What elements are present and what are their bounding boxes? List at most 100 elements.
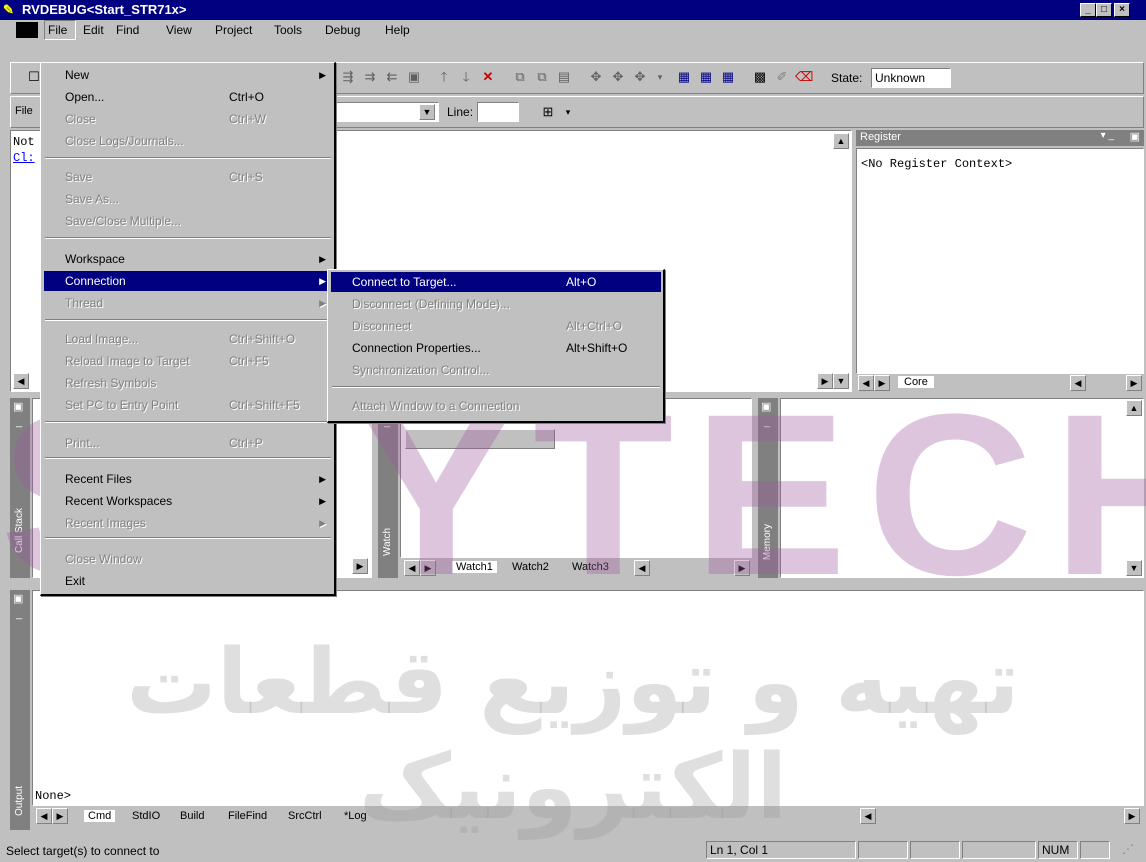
register-tab-core[interactable]: Core — [898, 376, 934, 388]
callstack-restore-icon[interactable]: ▣ — [13, 400, 23, 413]
output-tab-left-icon[interactable]: ◀ — [36, 808, 52, 824]
menu-separator — [45, 157, 331, 159]
file-menu-item-recent-files[interactable]: Recent Files ▶ — [44, 469, 332, 489]
memory-restore-icon[interactable]: ▣ — [761, 400, 771, 413]
properties-icon[interactable]: ▤ — [555, 68, 573, 86]
watch-tab-2[interactable]: Watch2 — [512, 561, 549, 573]
watch-tab-right-icon[interactable]: ▶ — [420, 560, 436, 576]
connection-menu-shortcut: Alt+O — [566, 275, 597, 289]
output-minimize-icon[interactable]: _ — [16, 608, 22, 620]
output-hscroll-left-icon[interactable]: ◀ — [860, 808, 876, 824]
layout1-icon[interactable]: ▦ — [675, 68, 693, 86]
pencil-icon[interactable]: ✐ — [773, 68, 791, 86]
register-content[interactable]: <No Register Context> — [856, 148, 1144, 374]
dropdown-icon[interactable]: ▾ — [651, 68, 669, 86]
output-tab-srcctrl[interactable]: SrcCtrl — [288, 810, 322, 822]
register-tab-left-icon[interactable]: ◀ — [858, 375, 874, 391]
maximize-button[interactable]: □ — [1096, 3, 1112, 17]
output-pane: ▣ _ Output None> ◀ ▶ Cmd StdIO Build Fil… — [10, 590, 1144, 830]
watch-tab-3[interactable]: Watch3 — [572, 561, 609, 573]
menu-separator — [45, 237, 331, 239]
output-content[interactable]: None> — [32, 590, 1144, 806]
step-over-icon[interactable]: ⇉ — [361, 68, 379, 86]
menu-debug[interactable]: Debug — [325, 23, 360, 37]
file-combo-dropdown-icon[interactable]: ▼ — [419, 104, 435, 120]
menu-view[interactable]: View — [166, 23, 192, 37]
output-tab-cmd[interactable]: Cmd — [84, 810, 116, 822]
editor-line-2[interactable]: Cl: — [13, 151, 35, 165]
chip-icon[interactable]: ✥ — [587, 68, 605, 86]
file-menu-item-exit[interactable]: Exit — [44, 571, 332, 591]
up-arrow-icon[interactable]: 🡑 — [435, 68, 453, 86]
file-menu-item-close-logs-journals: Close Logs/Journals... — [44, 131, 332, 151]
disconnect-icon[interactable]: ⧉ — [533, 68, 551, 86]
layout3-icon[interactable]: ▦ — [719, 68, 737, 86]
step-out-icon[interactable]: ⇇ — [383, 68, 401, 86]
memory-icon[interactable]: ▩ — [751, 68, 769, 86]
file-menu-label: Print... — [65, 436, 100, 450]
erase-icon[interactable]: ⌫ — [795, 68, 813, 86]
menu-help[interactable]: Help — [385, 23, 410, 37]
file-menu-item-connection[interactable]: Connection ▶ — [44, 271, 332, 291]
memory-content[interactable] — [780, 398, 1144, 578]
watch-hscroll-left-icon[interactable]: ◀ — [634, 560, 650, 576]
output-tab-log[interactable]: *Log — [344, 810, 367, 822]
register-hscroll-left-icon[interactable]: ◀ — [1070, 375, 1086, 391]
register-restore-icon[interactable]: ▣ — [1130, 130, 1140, 143]
delete-icon[interactable]: ✕ — [479, 68, 497, 86]
lock-icon[interactable]: ⊞ — [539, 103, 557, 121]
layout2-icon[interactable]: ▦ — [697, 68, 715, 86]
output-label: Output — [14, 786, 25, 817]
output-tab-filefind[interactable]: FileFind — [228, 810, 267, 822]
chip3-icon[interactable]: ✥ — [631, 68, 649, 86]
step-icon[interactable]: ⇶ — [339, 68, 357, 86]
menu-edit[interactable]: Edit — [83, 23, 104, 37]
file-menu-label: Save/Close Multiple... — [65, 214, 182, 228]
resize-grip-icon[interactable]: ⋰ — [1122, 842, 1134, 856]
connect-icon[interactable]: ⧉ — [511, 68, 529, 86]
register-tab-right-icon[interactable]: ▶ — [874, 375, 890, 391]
memory-minimize-icon[interactable]: _ — [764, 416, 770, 428]
file-menu-item-workspace[interactable]: Workspace ▶ — [44, 249, 332, 269]
breakpoint-icon[interactable]: ▣ — [405, 68, 423, 86]
connection-menu-item-connection-properties[interactable]: Connection Properties... Alt+Shift+O — [331, 338, 661, 358]
output-tab-stdio[interactable]: StdIO — [132, 810, 160, 822]
file-menu-item-close-window: Close Window — [44, 549, 332, 569]
menu-tools[interactable]: Tools — [274, 23, 302, 37]
output-tab-right-icon[interactable]: ▶ — [52, 808, 68, 824]
file-menu-label: Set PC to Entry Point — [65, 398, 179, 412]
output-hscroll-right-icon[interactable]: ▶ — [1124, 808, 1140, 824]
register-hscroll-right-icon[interactable]: ▶ — [1126, 375, 1142, 391]
menu-find[interactable]: Find — [116, 23, 139, 37]
watch-tab-left-icon[interactable]: ◀ — [404, 560, 420, 576]
minimize-button[interactable]: _ — [1080, 3, 1096, 17]
callstack-scroll-right-icon[interactable]: ▶ — [352, 558, 368, 574]
chip2-icon[interactable]: ✥ — [609, 68, 627, 86]
callstack-minimize-icon[interactable]: _ — [16, 416, 22, 428]
lock-dropdown-icon[interactable]: ▾ — [559, 103, 577, 121]
system-menu-icon[interactable] — [16, 22, 38, 38]
connection-menu-label: Disconnect (Defining Mode)... — [352, 297, 511, 311]
output-restore-icon[interactable]: ▣ — [13, 592, 23, 605]
editor-scroll-up-icon[interactable]: ▲ — [833, 133, 849, 149]
connection-menu-item-connect-to-target[interactable]: Connect to Target... Alt+O — [331, 272, 661, 292]
menu-project[interactable]: Project — [215, 23, 252, 37]
state-label: State: — [831, 71, 863, 85]
memory-scroll-down-icon[interactable]: ▼ — [1126, 560, 1142, 576]
file-menu-label: Save — [65, 170, 93, 184]
output-tab-build[interactable]: Build — [180, 810, 204, 822]
file-menu-item-new[interactable]: New ▶ — [44, 65, 332, 85]
memory-scroll-up-icon[interactable]: ▲ — [1126, 400, 1142, 416]
down-arrow-icon[interactable]: 🡓 — [457, 68, 475, 86]
editor-scroll-right-icon[interactable]: ▶ — [817, 373, 833, 389]
line-input[interactable] — [477, 102, 519, 122]
file-menu-item-open[interactable]: Open... Ctrl+O — [44, 87, 332, 107]
watch-hscroll-right-icon[interactable]: ▶ — [734, 560, 750, 576]
menu-file-label[interactable]: File — [48, 23, 67, 37]
register-menu-icon[interactable]: ▾ _ — [1101, 130, 1114, 141]
watch-tab-1[interactable]: Watch1 — [452, 561, 497, 573]
close-button[interactable]: × — [1114, 3, 1130, 17]
editor-scroll-down-icon[interactable]: ▼ — [833, 373, 849, 389]
editor-scroll-left-icon[interactable]: ◀ — [13, 373, 29, 389]
file-menu-item-recent-workspaces[interactable]: Recent Workspaces ▶ — [44, 491, 332, 511]
